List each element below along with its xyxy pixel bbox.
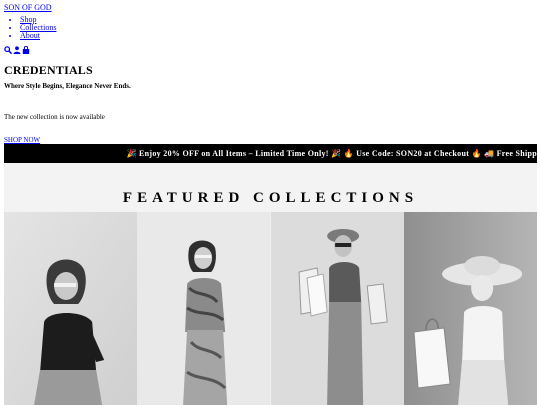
promo-banner: 🎉 Enjoy 20% OFF on All Items – Limited T… — [4, 144, 537, 163]
search-icon[interactable] — [4, 45, 13, 54]
collection-image-3 — [270, 212, 404, 405]
collection-cards — [4, 212, 537, 405]
user-icon[interactable] — [13, 45, 21, 54]
bag-icon[interactable] — [22, 45, 30, 54]
hero-tagline: Where Style Begins, Elegance Never Ends. — [4, 82, 131, 90]
header-icons — [4, 45, 30, 54]
collection-image-4 — [403, 212, 537, 405]
collection-image-2 — [137, 212, 271, 405]
hero-note: The new collection is now available — [4, 113, 105, 121]
collection-card-4[interactable] — [403, 212, 537, 405]
featured-collections-section: FEATURED COLLECTIONS — [4, 163, 537, 405]
nav-item-about: About — [20, 32, 56, 40]
featured-title: FEATURED COLLECTIONS — [122, 190, 419, 206]
collection-card-2[interactable] — [137, 212, 271, 405]
hero-title: CREDENTIALS — [4, 63, 93, 77]
brand-logo-link[interactable]: SON OF GOD — [4, 3, 52, 13]
main-nav: Shop Collections About — [4, 16, 56, 40]
nav-link-about[interactable]: About — [20, 31, 40, 40]
collection-card-3[interactable] — [270, 212, 404, 405]
collection-image-1 — [4, 212, 138, 405]
collection-card-1[interactable] — [4, 212, 138, 405]
promo-text: 🎉 Enjoy 20% OFF on All Items – Limited T… — [126, 149, 537, 158]
